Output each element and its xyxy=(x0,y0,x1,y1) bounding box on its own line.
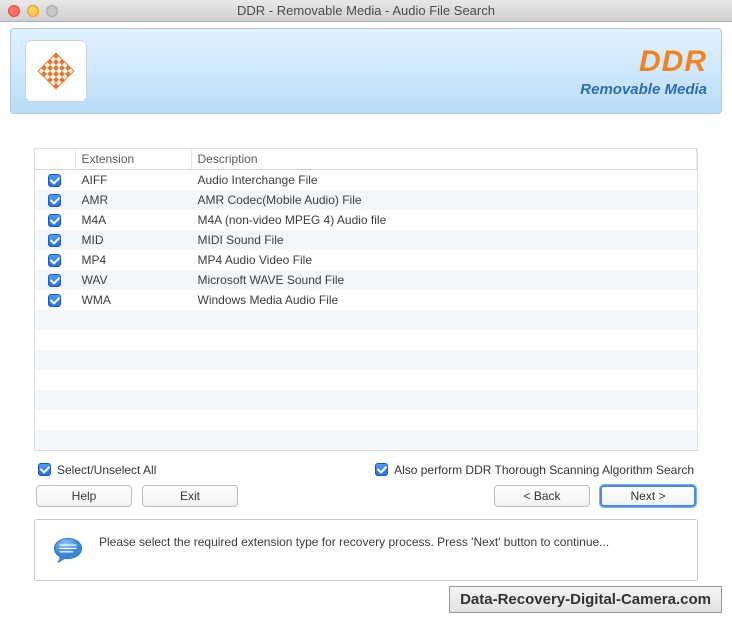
row-description: AMR Codec(Mobile Audio) File xyxy=(191,190,697,210)
table-row[interactable]: WAVMicrosoft WAVE Sound File xyxy=(35,270,697,290)
watermark: Data-Recovery-Digital-Camera.com xyxy=(449,586,722,613)
table-header-row: Extension Description xyxy=(35,149,697,170)
row-extension: WAV xyxy=(75,270,191,290)
header-banner: DDR Removable Media xyxy=(10,28,722,114)
checker-icon xyxy=(35,50,77,92)
back-button[interactable]: < Back xyxy=(494,485,590,507)
row-extension: AMR xyxy=(75,190,191,210)
row-checkbox[interactable] xyxy=(48,234,61,247)
row-description: M4A (non-video MPEG 4) Audio file xyxy=(191,210,697,230)
close-icon[interactable] xyxy=(8,5,20,17)
row-extension: M4A xyxy=(75,210,191,230)
speech-bubble-icon xyxy=(51,534,85,568)
row-description: Microsoft WAVE Sound File xyxy=(191,270,697,290)
table-row[interactable]: M4AM4A (non-video MPEG 4) Audio file xyxy=(35,210,697,230)
maximize-icon xyxy=(46,5,58,17)
window-title: DDR - Removable Media - Audio File Searc… xyxy=(0,3,732,18)
row-description: MIDI Sound File xyxy=(191,230,697,250)
table-row-empty xyxy=(35,370,697,390)
row-extension: AIFF xyxy=(75,170,191,190)
table-row-empty xyxy=(35,310,697,330)
minimize-icon[interactable] xyxy=(27,5,39,17)
app-logo xyxy=(25,40,87,102)
select-all-checkbox[interactable] xyxy=(38,463,51,476)
select-all-option[interactable]: Select/Unselect All xyxy=(38,463,156,477)
row-checkbox[interactable] xyxy=(48,174,61,187)
row-extension: WMA xyxy=(75,290,191,310)
thorough-scan-label: Also perform DDR Thorough Scanning Algor… xyxy=(394,463,694,477)
help-button[interactable]: Help xyxy=(36,485,132,507)
row-description: MP4 Audio Video File xyxy=(191,250,697,270)
table-row-empty xyxy=(35,430,697,450)
brand-title: DDR xyxy=(580,45,707,79)
thorough-scan-checkbox[interactable] xyxy=(375,463,388,476)
table-row[interactable]: MP4MP4 Audio Video File xyxy=(35,250,697,270)
table-row-empty xyxy=(35,390,697,410)
info-box: Please select the required extension typ… xyxy=(34,519,698,581)
table-row[interactable]: WMAWindows Media Audio File xyxy=(35,290,697,310)
table-row[interactable]: AIFFAudio Interchange File xyxy=(35,170,697,190)
brand-block: DDR Removable Media xyxy=(580,45,707,98)
brand-subtitle: Removable Media xyxy=(580,81,707,98)
next-button[interactable]: Next > xyxy=(600,485,696,507)
info-text: Please select the required extension typ… xyxy=(99,532,609,552)
select-all-label: Select/Unselect All xyxy=(57,463,156,477)
row-description: Audio Interchange File xyxy=(191,170,697,190)
row-checkbox[interactable] xyxy=(48,294,61,307)
row-checkbox[interactable] xyxy=(48,274,61,287)
header-checkbox xyxy=(35,149,75,170)
row-extension: MP4 xyxy=(75,250,191,270)
row-checkbox[interactable] xyxy=(48,194,61,207)
row-extension: MID xyxy=(75,230,191,250)
thorough-scan-option[interactable]: Also perform DDR Thorough Scanning Algor… xyxy=(375,463,694,477)
table-row-empty xyxy=(35,330,697,350)
exit-button[interactable]: Exit xyxy=(142,485,238,507)
table-row-empty xyxy=(35,410,697,430)
row-checkbox[interactable] xyxy=(48,254,61,267)
row-description: Windows Media Audio File xyxy=(191,290,697,310)
table-row[interactable]: MIDMIDI Sound File xyxy=(35,230,697,250)
table-row[interactable]: AMRAMR Codec(Mobile Audio) File xyxy=(35,190,697,210)
header-description: Description xyxy=(191,149,697,170)
header-extension: Extension xyxy=(75,149,191,170)
row-checkbox[interactable] xyxy=(48,214,61,227)
window-controls xyxy=(8,5,58,17)
button-row: Help Exit < Back Next > xyxy=(36,485,696,507)
table-row-empty xyxy=(35,350,697,370)
titlebar: DDR - Removable Media - Audio File Searc… xyxy=(0,0,732,22)
extension-table: Extension Description AIFFAudio Intercha… xyxy=(34,148,698,451)
options-row: Select/Unselect All Also perform DDR Tho… xyxy=(38,463,694,477)
